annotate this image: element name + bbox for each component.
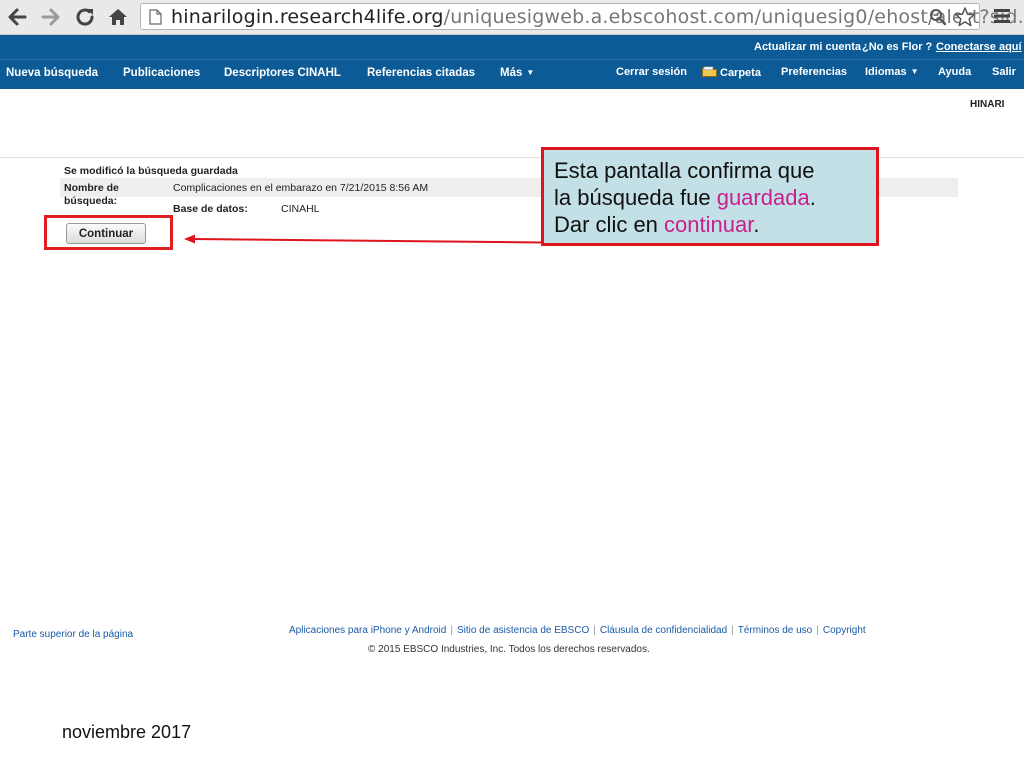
address-bar[interactable]: hinarilogin.research4life.org/uniquesigw…	[140, 3, 1024, 30]
login-here-link[interactable]: Conectarse aquí	[936, 41, 1022, 53]
copyright-notice: © 2015 EBSCO Industries, Inc. Todos los …	[368, 644, 650, 655]
help-link[interactable]: Ayuda	[938, 66, 971, 78]
main-nav: Nueva búsqueda Publicaciones Descriptore…	[0, 59, 1024, 89]
search-name-value: Complicaciones en el embarazo en 7/21/20…	[173, 182, 429, 194]
callout-line3-pre: Dar clic en	[554, 212, 665, 237]
search-name-label-line2: búsqueda:	[64, 195, 118, 207]
home-icon	[109, 9, 127, 25]
preferences-link[interactable]: Preferencias	[781, 66, 847, 78]
callout-line3-post: .	[753, 212, 760, 237]
search-name-label-line1: Nombre de	[64, 182, 119, 194]
update-account-link[interactable]: Actualizar mi cuenta	[754, 41, 861, 53]
forward-icon	[41, 8, 60, 26]
star-icon[interactable]	[954, 6, 976, 28]
browser-menu-button[interactable]	[992, 6, 1012, 31]
top-of-page-link[interactable]: Parte superior de la página	[13, 629, 133, 640]
folder-link[interactable]: Carpeta	[702, 66, 761, 79]
nav-more[interactable]: Más ▼	[500, 67, 534, 79]
footer-link-apps[interactable]: Aplicaciones para iPhone y Android	[289, 625, 446, 636]
instruction-callout: Esta pantalla confirma que la búsqueda f…	[541, 147, 879, 246]
search-name-label: Nombre de búsqueda:	[64, 182, 119, 208]
slide-date: noviembre 2017	[62, 722, 192, 742]
database-label: Base de datos:	[173, 203, 248, 215]
confirmation-title: Se modificó la búsqueda guardada	[64, 165, 238, 177]
callout-line2: la búsqueda fue guardada.	[554, 184, 866, 211]
back-icon	[8, 8, 27, 26]
url-text: hinarilogin.research4life.org/uniquesigw…	[171, 6, 1024, 28]
folder-icon	[702, 66, 717, 77]
page-icon	[149, 9, 162, 25]
nav-more-label: Más	[500, 67, 523, 79]
callout-continue-word: continuar	[664, 212, 754, 237]
folder-label: Carpeta	[720, 67, 761, 79]
callout-line3: Dar clic en continuar.	[554, 211, 866, 238]
footer-separator: |	[731, 625, 734, 636]
logout-link[interactable]: Cerrar sesión	[616, 66, 687, 78]
footer-link-copyright[interactable]: Copyright	[823, 625, 866, 636]
footer-separator: |	[450, 625, 453, 636]
callout-line1: Esta pantalla confirma que	[554, 158, 815, 183]
nav-publications[interactable]: Publicaciones	[123, 67, 200, 79]
forward-button[interactable]	[38, 4, 64, 30]
footer-links: Aplicaciones para iPhone y Android | Sitio…	[289, 625, 866, 636]
footer-link-support[interactable]: Sitio de asistencia de EBSCO	[457, 625, 589, 636]
nav-cited-references[interactable]: Referencias citadas	[367, 67, 475, 79]
languages-label: Idiomas	[865, 66, 907, 78]
highlight-box	[44, 215, 173, 250]
url-host: hinarilogin.research4life.org	[171, 6, 444, 28]
callout-line2-pre: la búsqueda fue	[554, 185, 717, 210]
not-user-link[interactable]: ¿No es Flor ?	[862, 41, 932, 53]
menu-icon	[994, 9, 1010, 23]
nav-descriptors[interactable]: Descriptores CINAHL	[224, 67, 341, 79]
home-button[interactable]	[105, 4, 131, 30]
footer-separator: |	[593, 625, 596, 636]
institution-name: HINARI	[970, 99, 1005, 110]
reload-button[interactable]	[72, 4, 98, 30]
database-value: CINAHL	[281, 203, 320, 215]
caret-down-icon: ▼	[910, 67, 919, 76]
browser-toolbar: hinarilogin.research4life.org/uniquesigw…	[0, 0, 1024, 35]
languages-link[interactable]: Idiomas ▼	[865, 66, 919, 78]
footer-link-terms[interactable]: Términos de uso	[738, 625, 812, 636]
callout-line2-post: .	[809, 185, 816, 210]
exit-link[interactable]: Salir	[992, 66, 1016, 78]
callout-saved-word: guardada	[716, 185, 810, 210]
nav-new-search[interactable]: Nueva búsqueda	[6, 67, 98, 79]
caret-down-icon: ▼	[526, 68, 535, 77]
reload-icon	[76, 8, 94, 26]
footer-link-privacy[interactable]: Cláusula de confidencialidad	[600, 625, 727, 636]
utility-bar: Actualizar mi cuenta ¿No es Flor ? Conec…	[0, 35, 1024, 59]
search-zoom-icon[interactable]	[929, 8, 947, 26]
back-button[interactable]	[4, 4, 30, 30]
footer-separator: |	[816, 625, 819, 636]
